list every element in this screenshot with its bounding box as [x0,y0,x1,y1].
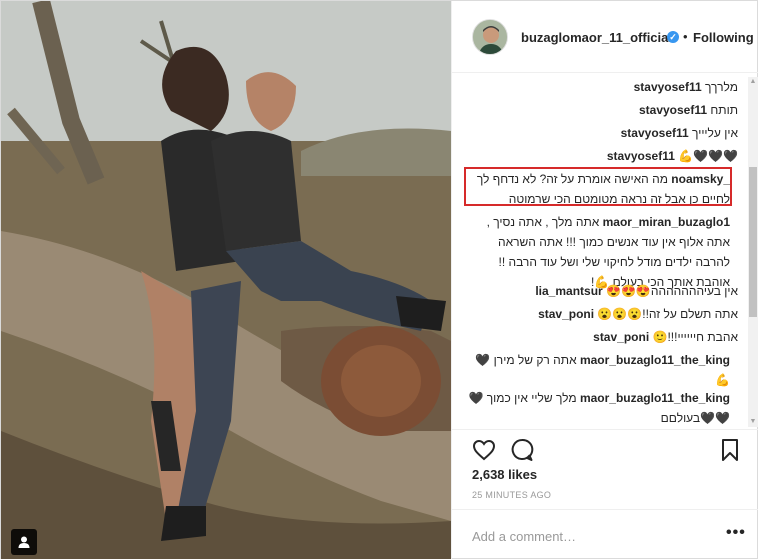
comment-item: maor_miran_buzaglo1 אתה מלך , אתה נסיך ,… [468,212,730,292]
verified-badge-icon: ✓ [667,31,679,43]
comment-username[interactable]: maor_buzaglo11_the_king [580,353,730,367]
following-button[interactable]: Following [693,30,758,45]
post-actions [452,429,758,469]
comment-username[interactable]: stav_poni [538,307,594,321]
post-header: buzaglomaor_11_official ✓ • Following [452,1,758,73]
instagram-post-window: buzaglomaor_11_official ✓ • Following מל… [0,0,758,559]
comment-username[interactable]: maor_miran_buzaglo1 [603,215,730,229]
comment-username[interactable]: stavyosef11 [639,103,707,117]
comment-item: maor_buzaglo11_the_king מלך שליי אין כמו… [468,388,730,427]
comment-username[interactable]: maor_buzaglo11_the_king [580,391,730,405]
comment-item: אין בעיההההההה😍😍😍 lia_mantsur [468,281,738,301]
comment-item: מלרךך stavyosef11 [468,77,738,97]
comment-item: תותח stavyosef11 [468,100,738,120]
comment-text: 🖤🖤🖤💪 [678,149,738,163]
post-timestamp[interactable]: 25 MINUTES AGO [472,490,551,500]
scroll-up-arrow-icon[interactable]: ▲ [748,77,758,87]
red-highlight-box [464,167,732,206]
post-side-panel: buzaglomaor_11_official ✓ • Following מל… [451,1,758,559]
avatar-image [473,20,507,54]
comment-text: אהבת חיייייי!!!🙂 [652,330,739,344]
scroll-thumb[interactable] [749,167,757,317]
add-comment-bar: Add a comment… ••• [452,509,758,559]
heart-icon[interactable] [472,438,496,462]
comment-item: maor_buzaglo11_the_king אתה רק של מירן 🖤… [468,350,730,390]
bookmark-icon[interactable] [720,438,740,462]
comment-text: אין בעיההההההה😍😍😍 [606,284,738,298]
post-photo[interactable] [1,1,451,559]
comments-list[interactable]: מלרךך stavyosef11 תותח stavyosef11 אין ע… [452,75,752,427]
comment-item: אתה תשלם על זה!!😮😮😮 stav_poni [468,304,738,324]
comment-username[interactable]: stav_poni [593,330,649,344]
comment-text: אתה תשלם על זה!!😮😮😮 [597,307,738,321]
likes-count[interactable]: 2,638 likes [472,467,537,482]
comment-text: מלרךך [705,80,738,94]
comment-username[interactable]: stavyosef11 [634,80,702,94]
header-separator: • [683,29,688,44]
comment-item: אין עליייך stavyosef11 [468,123,738,143]
comment-text: אין עליייך [692,126,738,140]
comment-bubble-icon[interactable] [510,438,534,462]
comments-scrollbar[interactable]: ▲ ▼ [748,77,758,427]
photo-illustration [1,1,451,559]
comment-text: תותח [710,103,738,117]
comment-username[interactable]: stavyosef11 [621,126,689,140]
scroll-down-arrow-icon[interactable]: ▼ [748,417,758,427]
avatar[interactable] [472,19,508,55]
comment-username[interactable]: lia_mantsur [535,284,602,298]
comment-item: 🖤🖤🖤💪 stavyosef11 [468,146,738,166]
username-link[interactable]: buzaglomaor_11_official [521,30,672,45]
add-comment-input[interactable]: Add a comment… [472,529,576,544]
comment-username[interactable]: stavyosef11 [607,149,675,163]
tagged-people-button[interactable] [11,529,37,555]
more-options-button[interactable]: ••• [726,524,746,542]
person-icon [18,536,30,548]
comment-item: אהבת חיייייי!!!🙂 stav_poni [468,327,738,347]
